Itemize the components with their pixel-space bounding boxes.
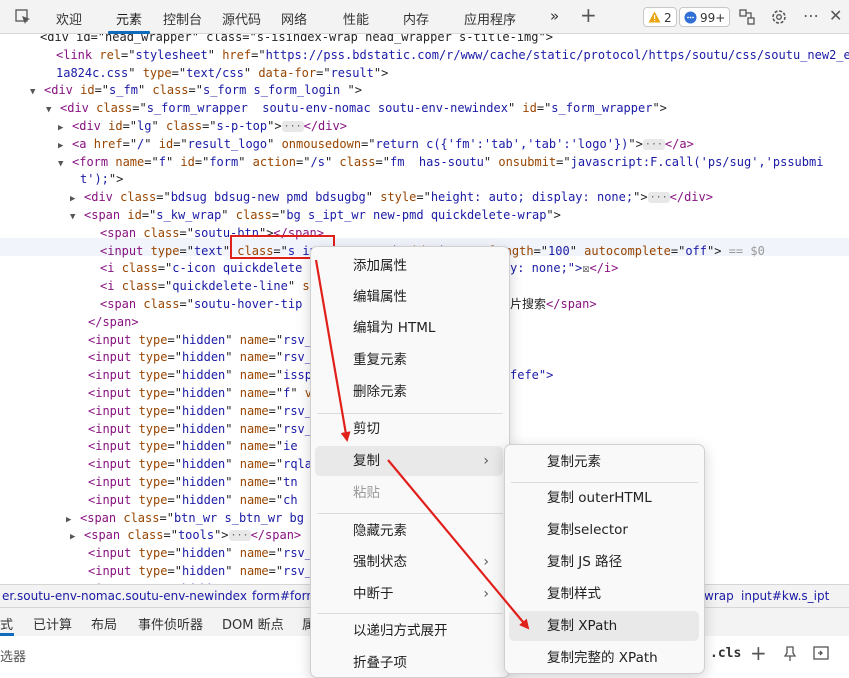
annotation-arrows — [314, 259, 530, 630]
arrow-to-copy-xpath — [387, 459, 530, 630]
arrow-to-copy — [314, 259, 351, 442]
